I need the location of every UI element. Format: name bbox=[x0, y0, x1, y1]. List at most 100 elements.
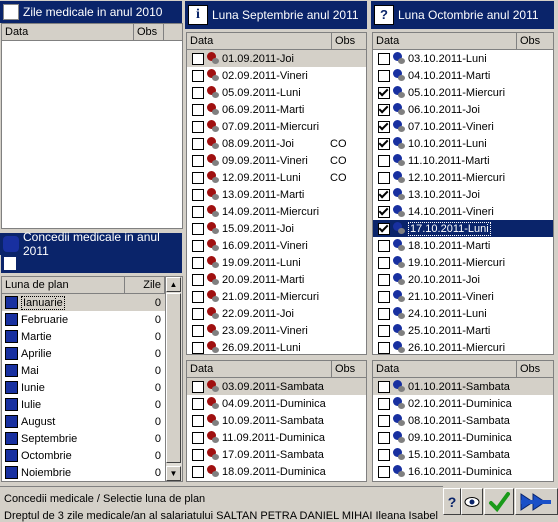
day-row[interactable]: 07.10.2011-Vineri bbox=[373, 118, 553, 135]
day-checkbox[interactable] bbox=[378, 465, 390, 478]
day-checkbox[interactable] bbox=[192, 171, 204, 184]
day-checkbox[interactable] bbox=[192, 120, 204, 133]
day-row[interactable]: 12.09.2011-Luni CO bbox=[187, 169, 366, 186]
col-zile[interactable]: Zile bbox=[125, 277, 165, 293]
day-row[interactable]: 11.09.2011-Duminica bbox=[187, 429, 366, 446]
day-checkbox[interactable] bbox=[192, 256, 204, 269]
day-checkbox[interactable] bbox=[192, 431, 204, 444]
sept-weekend-grid[interactable]: Data Obs 03.09.2011-Sambata 04.09.2011-Du… bbox=[186, 360, 367, 482]
day-checkbox[interactable] bbox=[192, 137, 204, 150]
day-checkbox[interactable] bbox=[378, 380, 390, 393]
ok-button[interactable] bbox=[484, 488, 514, 515]
day-row[interactable]: 08.09.2011-Joi CO bbox=[187, 135, 366, 152]
day-checkbox[interactable] bbox=[378, 414, 390, 427]
day-row[interactable]: 14.09.2011-Miercuri bbox=[187, 203, 366, 220]
day-row[interactable]: 18.09.2011-Duminica bbox=[187, 463, 366, 480]
day-checkbox[interactable] bbox=[378, 205, 390, 218]
day-checkbox[interactable] bbox=[378, 120, 390, 133]
help-book-icon[interactable]: ? bbox=[374, 5, 394, 25]
day-checkbox[interactable] bbox=[378, 239, 390, 252]
day-checkbox[interactable] bbox=[192, 448, 204, 461]
day-checkbox[interactable] bbox=[378, 256, 390, 269]
day-checkbox[interactable] bbox=[192, 86, 204, 99]
day-row[interactable]: 01.10.2011-Sambata bbox=[373, 378, 553, 395]
luna-grid[interactable]: Luna de plan Zile Ianuarie 0 Februarie 0 Mar… bbox=[1, 276, 183, 482]
day-row[interactable]: 15.10.2011-Sambata bbox=[373, 446, 553, 463]
day-checkbox[interactable] bbox=[378, 103, 390, 116]
day-checkbox[interactable] bbox=[192, 341, 204, 354]
col-luna[interactable]: Luna de plan bbox=[2, 277, 125, 293]
col-obs[interactable]: Obs bbox=[332, 33, 366, 49]
day-checkbox[interactable] bbox=[192, 239, 204, 252]
day-checkbox[interactable] bbox=[192, 307, 204, 320]
day-row[interactable]: 05.09.2011-Luni bbox=[187, 84, 366, 101]
view-button[interactable] bbox=[461, 488, 483, 515]
day-row[interactable]: 17.10.2011-Luni bbox=[373, 220, 553, 237]
scroll-down-button[interactable]: ▼ bbox=[166, 466, 181, 481]
day-row[interactable]: 16.10.2011-Duminica bbox=[373, 463, 553, 480]
day-checkbox[interactable] bbox=[192, 222, 204, 235]
day-checkbox[interactable] bbox=[378, 431, 390, 444]
day-row[interactable]: 18.10.2011-Marti bbox=[373, 237, 553, 254]
day-checkbox[interactable] bbox=[192, 273, 204, 286]
scroll-up-button[interactable]: ▲ bbox=[166, 277, 181, 292]
day-row[interactable]: 04.10.2011-Marti bbox=[373, 67, 553, 84]
day-checkbox[interactable] bbox=[192, 397, 204, 410]
day-row[interactable]: 24.10.2011-Luni bbox=[373, 305, 553, 322]
day-checkbox[interactable] bbox=[192, 380, 204, 393]
day-row[interactable]: 10.10.2011-Luni bbox=[373, 135, 553, 152]
luna-row[interactable]: Noiembrie 0 bbox=[2, 464, 166, 481]
day-checkbox[interactable] bbox=[378, 69, 390, 82]
luna-row[interactable]: August 0 bbox=[2, 413, 166, 430]
info-icon[interactable]: i bbox=[188, 5, 208, 25]
day-row[interactable]: 10.09.2011-Sambata bbox=[187, 412, 366, 429]
luna-row[interactable]: Mai 0 bbox=[2, 362, 166, 379]
luna-row[interactable]: Iunie 0 bbox=[2, 379, 166, 396]
day-row[interactable]: 02.09.2011-Vineri bbox=[187, 67, 366, 84]
day-checkbox[interactable] bbox=[378, 154, 390, 167]
day-row[interactable]: 20.09.2011-Marti bbox=[187, 271, 366, 288]
oct-weekend-grid[interactable]: Data Obs 01.10.2011-Sambata 02.10.2011-Du… bbox=[372, 360, 554, 482]
oct-grid[interactable]: Data Obs 03.10.2011-Luni 04.10.2011-Marti… bbox=[372, 32, 554, 355]
col-obs[interactable]: Obs bbox=[517, 33, 553, 49]
day-row[interactable]: 25.10.2011-Marti bbox=[373, 322, 553, 339]
luna-row[interactable]: Februarie 0 bbox=[2, 311, 166, 328]
luna-row[interactable]: Iulie 0 bbox=[2, 396, 166, 413]
day-row[interactable]: 19.09.2011-Luni bbox=[187, 254, 366, 271]
day-checkbox[interactable] bbox=[192, 154, 204, 167]
day-row[interactable]: 05.10.2011-Miercuri bbox=[373, 84, 553, 101]
day-checkbox[interactable] bbox=[378, 86, 390, 99]
day-row[interactable]: 11.10.2011-Marti bbox=[373, 152, 553, 169]
luna-row[interactable]: Aprilie 0 bbox=[2, 345, 166, 362]
day-checkbox[interactable] bbox=[378, 52, 390, 65]
day-row[interactable]: 15.09.2011-Joi bbox=[187, 220, 366, 237]
zile-grid[interactable]: Data Obs bbox=[1, 23, 183, 229]
day-row[interactable]: 20.10.2011-Joi bbox=[373, 271, 553, 288]
day-checkbox[interactable] bbox=[378, 324, 390, 337]
day-checkbox[interactable] bbox=[378, 397, 390, 410]
day-checkbox[interactable] bbox=[192, 290, 204, 303]
sept-grid[interactable]: Data Obs 01.09.2011-Joi 02.09.2011-Vineri… bbox=[186, 32, 367, 355]
day-checkbox[interactable] bbox=[192, 103, 204, 116]
day-checkbox[interactable] bbox=[192, 205, 204, 218]
day-row[interactable]: 03.10.2011-Luni bbox=[373, 50, 553, 67]
luna-scrollbar[interactable]: ▲ ▼ bbox=[165, 277, 182, 481]
col-data[interactable]: Data bbox=[373, 361, 517, 377]
day-checkbox[interactable] bbox=[192, 52, 204, 65]
col-data[interactable]: Data bbox=[373, 33, 517, 49]
col-obs[interactable]: Obs bbox=[332, 361, 366, 377]
day-row[interactable]: 01.09.2011-Joi bbox=[187, 50, 366, 67]
day-row[interactable]: 17.09.2011-Sambata bbox=[187, 446, 366, 463]
day-checkbox[interactable] bbox=[378, 307, 390, 320]
day-row[interactable]: 21.09.2011-Miercuri bbox=[187, 288, 366, 305]
day-checkbox[interactable] bbox=[378, 222, 390, 235]
day-row[interactable]: 23.09.2011-Vineri bbox=[187, 322, 366, 339]
day-checkbox[interactable] bbox=[192, 69, 204, 82]
day-row[interactable]: 02.10.2011-Duminica bbox=[373, 395, 553, 412]
day-checkbox[interactable] bbox=[378, 188, 390, 201]
day-row[interactable]: 08.10.2011-Sambata bbox=[373, 412, 553, 429]
day-row[interactable]: 03.09.2011-Sambata bbox=[187, 378, 366, 395]
day-checkbox[interactable] bbox=[192, 324, 204, 337]
day-row[interactable]: 12.10.2011-Miercuri bbox=[373, 169, 553, 186]
day-row[interactable]: 04.09.2011-Duminica bbox=[187, 395, 366, 412]
